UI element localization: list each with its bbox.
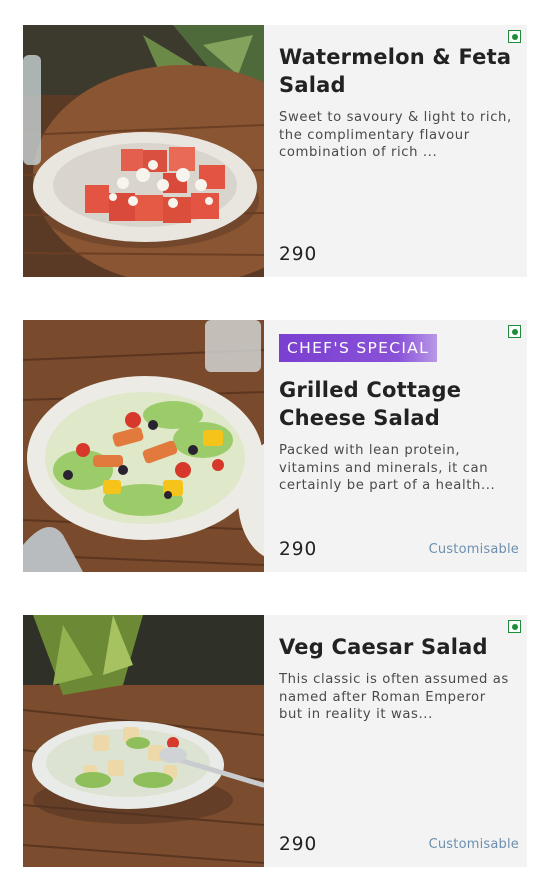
menu-item-title: Veg Caesar Salad	[279, 635, 488, 659]
menu-item-title: Watermelon & Feta Salad	[279, 45, 512, 97]
menu-item-price: 290	[279, 834, 318, 855]
veg-indicator-icon	[508, 620, 521, 633]
watermelon-feta-salad-photo[interactable]	[23, 25, 264, 277]
chefs-special-badge: CHEF'S SPECIAL	[279, 334, 438, 362]
menu-item-list: Watermelon & Feta Salad Sweet to savoury…	[0, 0, 550, 886]
menu-item-info: CHEF'S SPECIAL Grilled Cottage Cheese Sa…	[264, 320, 527, 572]
menu-item-description: This classic is often assumed as named a…	[279, 672, 509, 723]
menu-item-description: Sweet to savoury & light to rich, the co…	[279, 110, 512, 161]
grilled-cottage-cheese-salad-photo[interactable]	[23, 320, 264, 572]
menu-item-info: Watermelon & Feta Salad Sweet to savoury…	[264, 25, 527, 277]
menu-item-description: Packed with lean protein, vitamins and m…	[279, 443, 496, 494]
menu-item-info: Veg Caesar Salad This classic is often a…	[264, 615, 527, 867]
menu-item-card[interactable]: Veg Caesar Salad This classic is often a…	[23, 615, 527, 867]
veg-indicator-icon	[508, 30, 521, 43]
veg-caesar-salad-photo[interactable]	[23, 615, 264, 867]
menu-item-price: 290	[279, 539, 318, 560]
menu-item-card[interactable]: CHEF'S SPECIAL Grilled Cottage Cheese Sa…	[23, 320, 527, 572]
menu-item-price: 290	[279, 244, 318, 265]
menu-item-card[interactable]: Watermelon & Feta Salad Sweet to savoury…	[23, 25, 527, 277]
menu-item-title: Grilled Cottage Cheese Salad	[279, 378, 462, 430]
veg-indicator-icon	[508, 325, 521, 338]
customisable-label[interactable]: Customisable	[429, 542, 519, 557]
customisable-label[interactable]: Customisable	[429, 837, 519, 852]
